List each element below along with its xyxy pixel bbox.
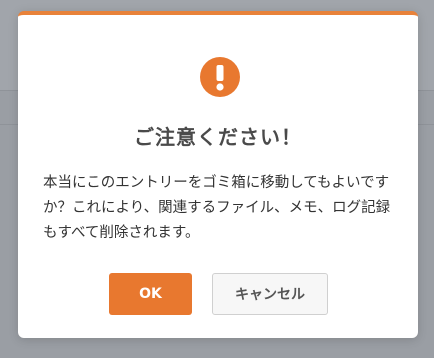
ok-button[interactable]: OK <box>109 273 192 315</box>
confirm-dialog: ご注意ください！ 本当にこのエントリーをゴミ箱に移動してもよいですか？これにより… <box>18 11 418 338</box>
cancel-button[interactable]: キャンセル <box>212 273 328 315</box>
exclamation-circle-icon <box>200 57 240 97</box>
dialog-message: 本当にこのエントリーをゴミ箱に移動してもよいですか？これにより、関連するファイル… <box>43 175 391 241</box>
dialog-title: ご注意ください！ <box>134 125 302 149</box>
